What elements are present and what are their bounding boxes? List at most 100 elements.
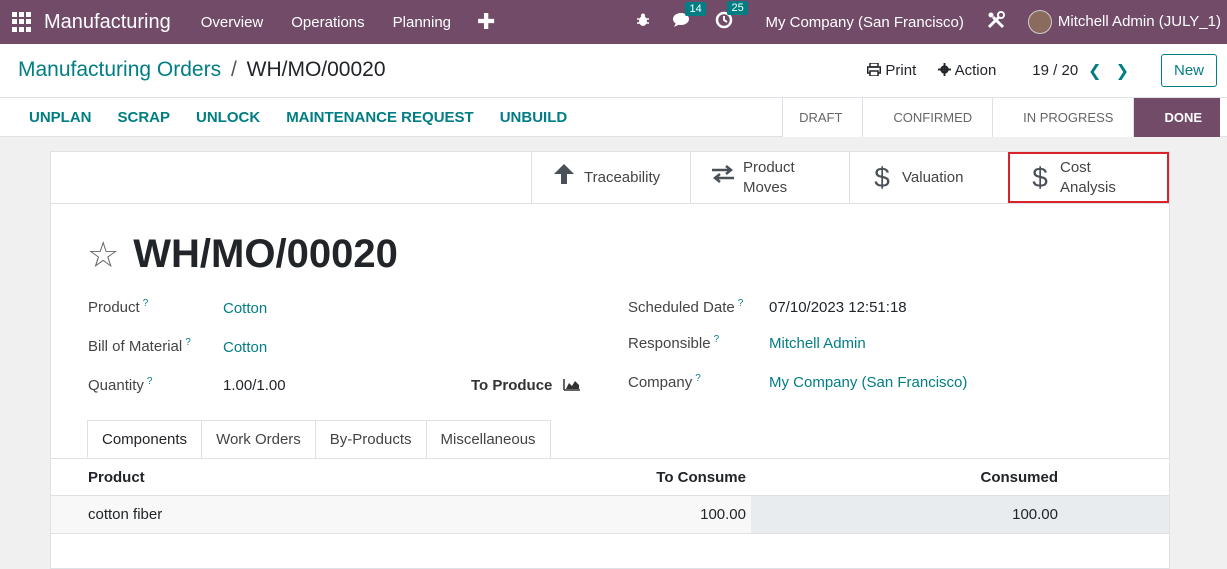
product-value[interactable]: Cotton bbox=[223, 300, 267, 317]
quantity-label: Quantity? bbox=[88, 376, 152, 394]
column-product[interactable]: Product bbox=[88, 459, 145, 495]
company-switcher[interactable]: My Company (San Francisco) bbox=[765, 14, 963, 31]
print-label: Print bbox=[885, 62, 917, 79]
breadcrumb: Manufacturing Orders / WH/MO/00020 bbox=[18, 58, 386, 82]
column-to-consume[interactable]: To Consume bbox=[656, 459, 746, 495]
smart-button-box: Traceability Product Moves $ Valuation $ … bbox=[51, 152, 1169, 204]
valuation-button[interactable]: $ Valuation bbox=[849, 152, 1009, 203]
tab-by-products[interactable]: By-Products bbox=[314, 420, 427, 458]
scheduled-date-label-text: Scheduled Date bbox=[628, 299, 735, 316]
menu-overview[interactable]: Overview bbox=[201, 14, 264, 31]
help-icon[interactable]: ? bbox=[714, 334, 720, 345]
traceability-button[interactable]: Traceability bbox=[531, 152, 691, 203]
app-name[interactable]: Manufacturing bbox=[44, 11, 171, 34]
row-to-consume[interactable]: 100.00 bbox=[700, 496, 746, 533]
star-icon[interactable]: ☆ bbox=[87, 234, 119, 276]
tab-miscellaneous[interactable]: Miscellaneous bbox=[425, 420, 551, 458]
product-label: Product? bbox=[88, 298, 148, 316]
breadcrumb-parent[interactable]: Manufacturing Orders bbox=[18, 58, 221, 81]
chevron-left-icon[interactable]: ❮ bbox=[1088, 61, 1101, 81]
activity-icon[interactable]: 25 bbox=[715, 1, 748, 33]
stage-confirmed[interactable]: CONFIRMED bbox=[862, 98, 993, 137]
scheduled-date-value: 07/10/2023 12:51:18 bbox=[769, 299, 907, 316]
breadcrumb-current: WH/MO/00020 bbox=[246, 58, 386, 81]
unbuild-button[interactable]: UNBUILD bbox=[500, 109, 568, 126]
print-button[interactable]: Print bbox=[867, 62, 916, 79]
product-moves-line1: Product bbox=[743, 158, 795, 176]
help-icon[interactable]: ? bbox=[147, 376, 153, 387]
form-sheet: Traceability Product Moves $ Valuation $ … bbox=[50, 151, 1170, 569]
product-moves-label: Product Moves bbox=[743, 158, 795, 198]
bom-value[interactable]: Cotton bbox=[223, 339, 267, 356]
unplan-button[interactable]: UNPLAN bbox=[29, 109, 92, 126]
user-menu[interactable]: Mitchell Admin (JULY_1) bbox=[1027, 10, 1221, 34]
new-button[interactable]: New bbox=[1160, 54, 1217, 87]
product-moves-button[interactable]: Product Moves bbox=[690, 152, 850, 203]
chat-icon[interactable]: 14 bbox=[673, 2, 706, 32]
unlock-button[interactable]: UNLOCK bbox=[196, 109, 260, 126]
record-title: WH/MO/00020 bbox=[133, 232, 398, 276]
tab-work-orders[interactable]: Work Orders bbox=[201, 420, 316, 458]
responsible-value[interactable]: Mitchell Admin bbox=[769, 335, 866, 352]
to-produce-button[interactable]: To Produce bbox=[471, 377, 581, 394]
status-bar: UNPLAN SCRAP UNLOCK MAINTENANCE REQUEST … bbox=[0, 98, 1227, 137]
help-icon[interactable]: ? bbox=[185, 337, 191, 348]
maintenance-request-button[interactable]: MAINTENANCE REQUEST bbox=[286, 109, 474, 126]
product-label-text: Product bbox=[88, 299, 140, 316]
pager-value[interactable]: 19 / 20 bbox=[1032, 62, 1078, 79]
tab-components[interactable]: Components bbox=[87, 420, 203, 458]
dollar-icon: $ bbox=[1032, 161, 1048, 193]
top-navbar: Manufacturing Overview Operations Planni… bbox=[0, 0, 1227, 44]
stage-done[interactable]: DONE bbox=[1133, 98, 1220, 137]
table-header: Product To Consume Consumed bbox=[51, 459, 1169, 496]
scrap-button[interactable]: SCRAP bbox=[118, 109, 171, 126]
row-consumed[interactable]: 100.00 bbox=[1012, 496, 1058, 533]
responsible-label-text: Responsible bbox=[628, 335, 711, 352]
exchange-icon bbox=[703, 163, 743, 192]
responsible-label: Responsible? bbox=[628, 334, 719, 352]
action-buttons: UNPLAN SCRAP UNLOCK MAINTENANCE REQUEST … bbox=[16, 98, 580, 137]
bom-label: Bill of Material? bbox=[88, 337, 191, 355]
action-button[interactable]: Action bbox=[938, 62, 996, 79]
stage-in-progress[interactable]: IN PROGRESS bbox=[992, 98, 1134, 137]
company-label-text: Company bbox=[628, 374, 693, 391]
activity-badge: 25 bbox=[727, 1, 748, 15]
menu-planning[interactable]: Planning bbox=[393, 14, 451, 31]
dollar-icon: $ bbox=[874, 161, 890, 193]
action-label: Action bbox=[954, 62, 997, 79]
bug-icon[interactable] bbox=[635, 12, 651, 32]
printer-icon bbox=[867, 62, 882, 77]
menu-operations[interactable]: Operations bbox=[291, 14, 364, 31]
quantity-value: 1.00/1.00 bbox=[223, 377, 286, 394]
user-name: Mitchell Admin (JULY_1) bbox=[1057, 12, 1221, 30]
tools-icon[interactable] bbox=[986, 10, 1006, 34]
help-icon[interactable]: ? bbox=[695, 373, 701, 384]
cost-analysis-button[interactable]: $ Cost Analysis bbox=[1008, 152, 1169, 203]
cost-analysis-line2: Analysis bbox=[1060, 178, 1116, 196]
row-product[interactable]: cotton fiber bbox=[88, 496, 162, 533]
apps-menu-icon[interactable] bbox=[12, 12, 32, 32]
gear-icon bbox=[938, 63, 952, 76]
to-produce-label: To Produce bbox=[471, 377, 553, 394]
company-value[interactable]: My Company (San Francisco) bbox=[769, 374, 967, 391]
company-label: Company? bbox=[628, 373, 701, 391]
help-icon[interactable]: ? bbox=[738, 298, 744, 309]
chat-badge: 14 bbox=[685, 2, 706, 16]
help-icon[interactable]: ? bbox=[143, 298, 149, 309]
stage-draft[interactable]: DRAFT bbox=[782, 98, 863, 137]
bom-label-text: Bill of Material bbox=[88, 338, 183, 355]
systray: 14 25 My Company (San Francisco) Mitchel… bbox=[635, 0, 1227, 44]
record-title-row: ☆ WH/MO/00020 bbox=[87, 232, 398, 277]
table-row[interactable]: cotton fiber 100.00 100.00 bbox=[51, 496, 1169, 534]
plus-icon[interactable]: ✚ bbox=[477, 9, 495, 35]
traceability-label: Traceability bbox=[584, 169, 661, 186]
breadcrumb-separator: / bbox=[230, 58, 237, 81]
area-chart-icon bbox=[562, 379, 580, 391]
notebook-tabs: Components Work Orders By-Products Misce… bbox=[87, 420, 551, 458]
cost-analysis-label: Cost Analysis bbox=[1060, 158, 1116, 198]
valuation-label: Valuation bbox=[902, 169, 964, 186]
chevron-right-icon[interactable]: ❯ bbox=[1116, 61, 1129, 81]
column-consumed[interactable]: Consumed bbox=[980, 459, 1058, 495]
avatar bbox=[1027, 10, 1052, 34]
stage-pipeline: DRAFT CONFIRMED IN PROGRESS DONE bbox=[782, 98, 1220, 137]
